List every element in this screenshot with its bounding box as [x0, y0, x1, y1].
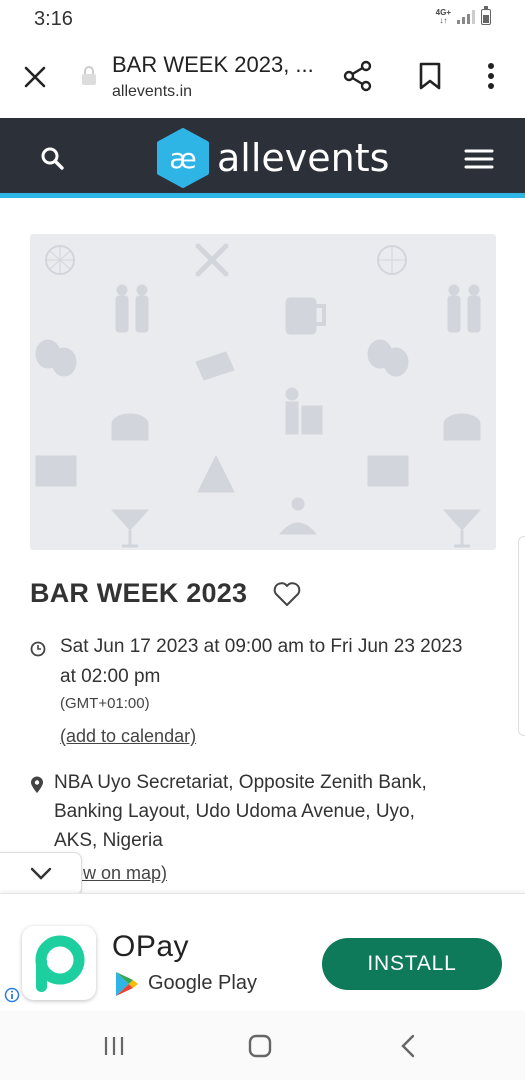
ad-info-icon[interactable]: [4, 987, 20, 1003]
ad-banner[interactable]: OPay Google Play INSTALL: [0, 893, 525, 1011]
home-icon[interactable]: [248, 1034, 272, 1058]
close-icon[interactable]: [18, 60, 52, 94]
status-icons: 4G+ ↓↑: [435, 6, 491, 25]
event-date-time: Sat Jun 17 2023 at 09:00 am to Fri Jun 2…: [60, 636, 463, 687]
status-time: 3:16: [34, 8, 73, 30]
back-icon[interactable]: [398, 1034, 418, 1058]
signal-icon: [457, 10, 475, 24]
recent-apps-icon[interactable]: [102, 1035, 126, 1057]
event-image-placeholder: [30, 234, 496, 550]
ad-store-label: Google Play: [148, 972, 257, 994]
page-url[interactable]: allevents.in: [112, 83, 192, 101]
opay-logo-icon: [35, 935, 85, 992]
event-pattern-illustration: [35, 243, 482, 548]
site-logo[interactable]: æ allevents: [155, 128, 389, 188]
opay-app-icon[interactable]: [22, 926, 96, 1000]
system-nav-bar: [0, 1011, 525, 1080]
add-to-calendar-link[interactable]: (add to calendar): [60, 726, 196, 747]
more-options-icon[interactable]: [474, 58, 508, 94]
event-timezone: (GMT+01:00): [60, 695, 150, 712]
svg-text:æ: æ: [169, 142, 197, 175]
status-bar: 3:16 4G+ ↓↑: [0, 0, 525, 40]
heart-icon[interactable]: [272, 580, 302, 608]
event-address: NBA Uyo Secretariat, Opposite Zenith Ban…: [54, 772, 427, 851]
browser-toolbar: BAR WEEK 2023, ... allevents.in: [0, 40, 525, 118]
bookmark-icon[interactable]: [412, 58, 448, 94]
chevron-down-icon: [30, 867, 52, 880]
ad-app-name[interactable]: OPay: [112, 930, 189, 964]
share-icon[interactable]: [340, 58, 376, 94]
collapse-ad-button[interactable]: [0, 852, 82, 896]
install-button[interactable]: INSTALL: [322, 938, 502, 990]
logo-hexagon-icon: æ: [157, 128, 209, 188]
battery-icon: [481, 6, 491, 25]
logo-text: allevents: [217, 136, 390, 180]
clock-icon: [30, 641, 46, 657]
search-icon[interactable]: [36, 142, 70, 176]
google-play-icon: [116, 972, 138, 996]
hamburger-menu-icon[interactable]: [462, 144, 496, 174]
lock-icon: [82, 66, 96, 85]
event-title: BAR WEEK 2023: [30, 578, 248, 608]
edge-panel-handle[interactable]: [518, 536, 525, 736]
site-header: æ allevents: [0, 118, 525, 198]
network-type: 4G+ ↓↑: [435, 8, 451, 25]
page-title[interactable]: BAR WEEK 2023, ...: [112, 52, 314, 78]
location-pin-icon: [31, 776, 43, 793]
